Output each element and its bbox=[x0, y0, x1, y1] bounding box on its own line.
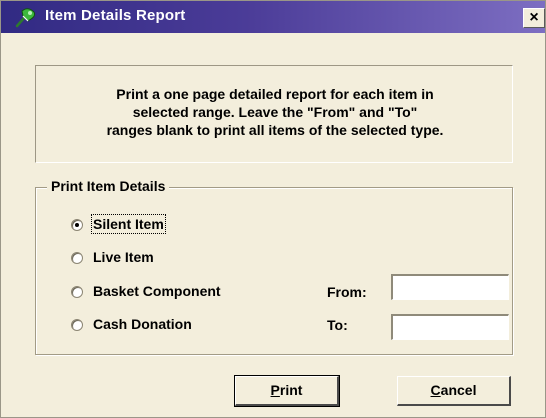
pin-icon bbox=[13, 7, 37, 29]
close-button[interactable]: × bbox=[523, 8, 545, 28]
instructions-line: selected range. Leave the "From" and "To… bbox=[132, 104, 418, 120]
radio-button[interactable] bbox=[71, 252, 83, 264]
print-mnemonic: P bbox=[270, 382, 280, 398]
radio-basket-component[interactable]: Basket Component bbox=[71, 282, 261, 304]
to-input[interactable] bbox=[391, 314, 509, 340]
radio-label: Cash Donation bbox=[93, 316, 192, 332]
item-details-dialog: Item Details Report × Print a one page d… bbox=[0, 0, 546, 418]
radio-selected-dot bbox=[75, 223, 79, 227]
radio-button[interactable] bbox=[71, 286, 83, 298]
cancel-mnemonic: C bbox=[430, 382, 441, 398]
radio-label: Basket Component bbox=[93, 283, 221, 299]
radio-live-item[interactable]: Live Item bbox=[71, 248, 221, 270]
radio-label: Silent Item bbox=[91, 214, 166, 234]
instructions-line: Print a one page detailed report for eac… bbox=[116, 86, 434, 102]
instructions-text: Print a one page detailed report for eac… bbox=[36, 85, 514, 139]
from-label: From: bbox=[327, 284, 367, 300]
print-button[interactable]: Print bbox=[234, 375, 340, 407]
radio-silent-item[interactable]: Silent Item bbox=[71, 214, 221, 237]
to-label: To: bbox=[327, 317, 348, 333]
instructions-panel: Print a one page detailed report for eac… bbox=[35, 65, 513, 163]
radio-button[interactable] bbox=[71, 219, 83, 231]
window-title: Item Details Report bbox=[45, 7, 186, 24]
instructions-line: ranges blank to print all items of the s… bbox=[106, 122, 444, 138]
from-input[interactable] bbox=[391, 274, 509, 300]
print-label: rint bbox=[279, 382, 303, 398]
title-bar[interactable]: Item Details Report × bbox=[1, 1, 545, 33]
cancel-button[interactable]: Cancel bbox=[397, 376, 511, 406]
cancel-label: ancel bbox=[440, 382, 477, 398]
group-legend: Print Item Details bbox=[47, 178, 170, 194]
radio-cash-donation[interactable]: Cash Donation bbox=[71, 315, 261, 337]
radio-button[interactable] bbox=[71, 319, 83, 331]
close-icon: × bbox=[529, 9, 539, 26]
radio-label: Live Item bbox=[93, 249, 154, 265]
